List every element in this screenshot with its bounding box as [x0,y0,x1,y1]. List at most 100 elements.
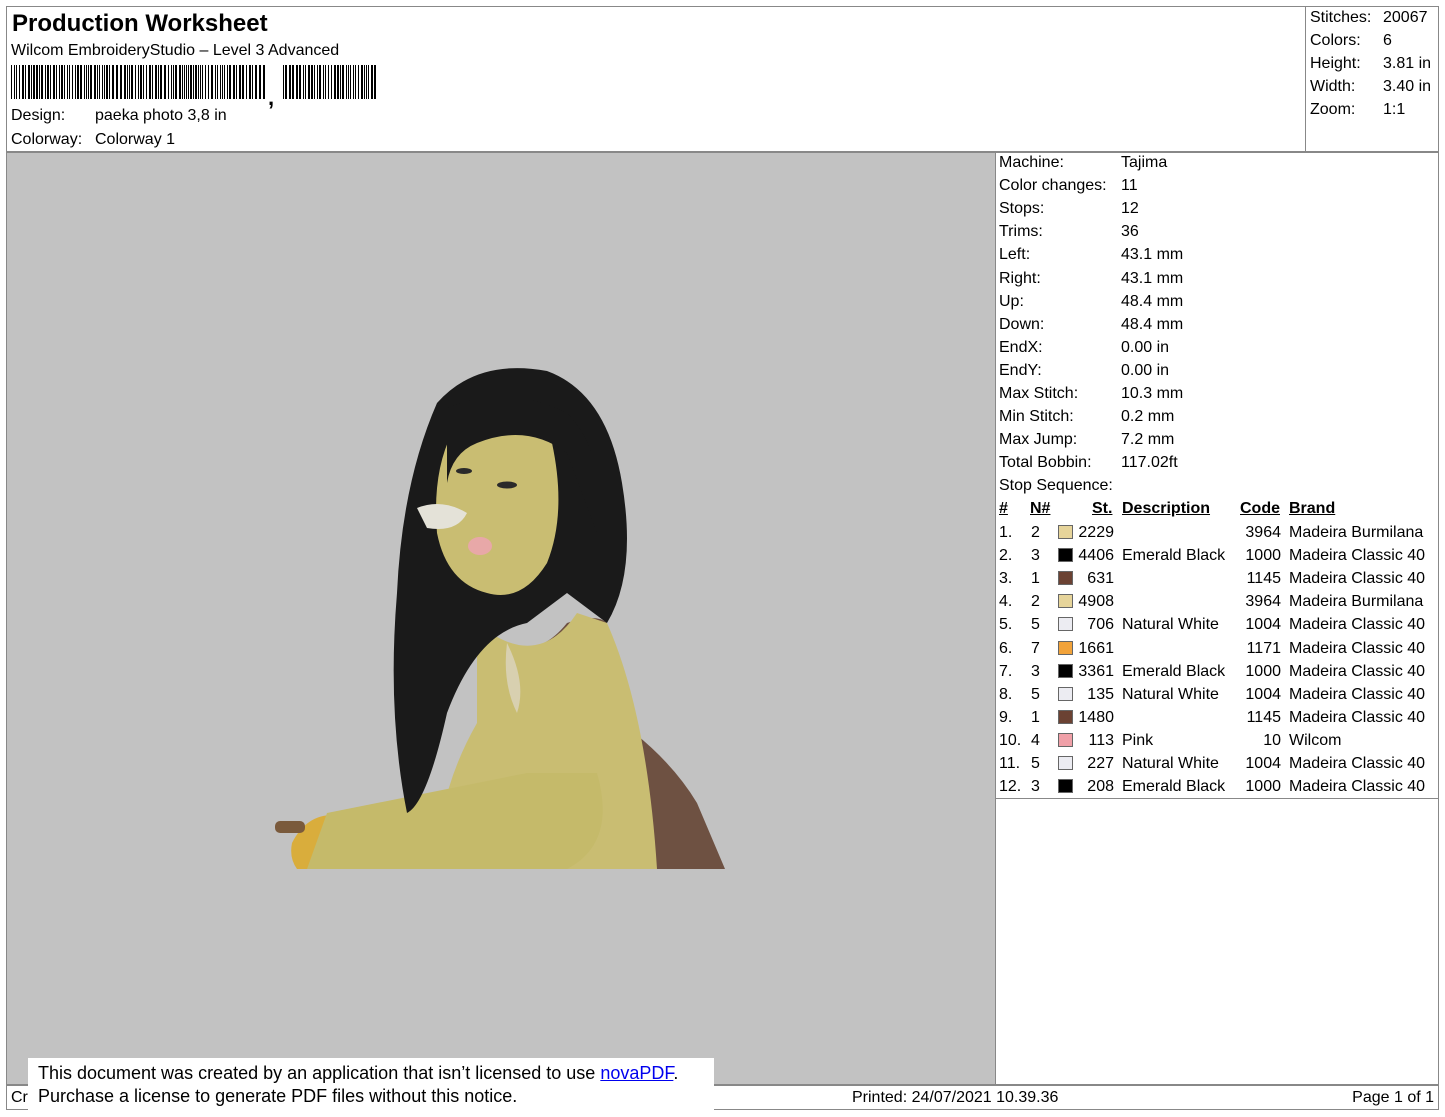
barcode-bar [152,65,153,99]
design-barcode: , [11,65,376,109]
barcode-bar [116,65,118,99]
barcode-bar [175,65,177,99]
barcode-bar [31,65,32,99]
barcode-bar [179,65,181,99]
barcode-bar [75,65,76,99]
barcode-bar [325,65,326,99]
printed-timestamp: Printed: 24/07/2021 10.39.36 [852,1089,1059,1106]
zoom-row: Zoom: 1:1 [1310,101,1405,119]
spec-value: 43.1 mm [1121,246,1184,264]
barcode-bar [233,65,235,99]
barcode-bar [252,65,253,99]
barcode-bar [259,65,261,99]
barcode-bar [33,65,35,99]
stop-num: 12. [999,778,1022,796]
stop-brand: Madeira Classic 40 [1289,662,1426,680]
specs-panel: Machine: Tajima Color changes: 11 Stops: 12 Tr… [996,152,1439,1085]
barcode-separator: , [268,85,274,109]
barcode-bar [50,65,51,99]
col-header-brand: Brand [1289,500,1336,517]
barcode-bar [263,65,265,99]
col-header-stitches: St. [1092,500,1113,517]
barcode-bar [227,65,228,99]
barcode-bar [368,65,369,99]
barcode-bar [217,65,218,99]
barcode-bar [348,65,349,99]
barcode-bar [164,65,166,99]
barcode-bar [331,65,332,99]
barcode-bar [120,65,122,99]
barcode-bar [61,65,63,99]
barcode-bar [340,65,341,99]
barcode-bar [236,65,237,99]
stop-stitches: 4406 [1078,547,1114,565]
barcode-bar [41,65,43,99]
design-value: paeka photo 3,8 in [95,107,227,124]
stop-stitches: 2229 [1078,524,1114,541]
barcode-bar [224,65,225,99]
barcode-bar [211,65,213,99]
stop-row: 2. 3 4406 Emerald Black 1000 Madeira Classic … [996,545,1439,568]
design-row: Design: paeka photo 3,8 in [11,107,227,125]
stop-row: 3. 1 631 1145 Madeira Classic 40 [996,568,1439,591]
col-header-code: Code [1240,500,1280,517]
stop-num: 7. [999,662,1013,680]
stop-stitches: 4908 [1078,593,1114,611]
spec-value: 12 [1121,200,1139,218]
stop-num: 3. [999,570,1013,588]
color-swatch [1058,594,1073,609]
stop-description: Emerald Black [1122,547,1226,565]
barcode-bar [334,65,336,99]
width-row: Width: 3.40 in [1310,78,1431,96]
barcode-bar [255,65,257,99]
novapdf-link[interactable]: novaPDF [600,1063,673,1083]
notice-line-1: This document was created by an applicat… [38,1062,714,1085]
spec-value: 117.02ft [1121,454,1178,472]
barcode-bar [342,65,344,99]
spec-label: Up: [999,292,1024,310]
barcode-bar [184,65,185,99]
summary-box: Stitches: 20067 Colors: 6 Height: 3.81 i… [1305,7,1438,152]
color-swatch [1058,686,1073,701]
color-swatch [1058,640,1073,655]
stop-code: 3964 [1245,593,1281,611]
worksheet-header: Production Worksheet Wilcom EmbroiderySt… [6,6,1439,152]
barcode-bar [143,65,144,99]
barcode-bar [69,65,70,99]
barcode-bar [314,65,315,99]
stop-code: 1145 [1246,708,1281,726]
barcode-bar [22,65,24,99]
colorway-label: Colorway: [11,131,83,148]
stop-row: 9. 1 1480 1145 Madeira Classic 40 [996,707,1439,730]
barcode-bar [182,65,183,99]
barcode-bar [168,65,169,99]
stop-code: 1004 [1245,755,1281,772]
stop-brand: Madeira Classic 40 [1289,778,1426,796]
barcode-bar [188,65,189,99]
barcode-bar [200,65,201,99]
color-swatch [1058,663,1073,678]
colorway-value: Colorway 1 [95,131,176,148]
height-label: Height: [1310,55,1361,72]
barcode-bar [296,65,298,99]
spec-row: Color changes: 11 [999,177,1138,195]
barcode-bar [246,65,247,99]
stop-row: 11. 5 227 Natural White 1004 Madeira Classic … [996,753,1439,776]
stop-needle: 1 [1031,570,1040,588]
barcode-bar [39,65,40,99]
stop-needle: 2 [1031,593,1040,611]
barcode-bar [195,65,197,99]
stop-brand: Madeira Classic 40 [1289,685,1426,703]
spec-value: 10.3 mm [1121,385,1184,402]
barcode-bar [80,65,82,99]
stitches-value: 20067 [1383,9,1428,26]
stop-description: Natural White [1122,755,1219,772]
barcode-bar [208,65,209,99]
barcode-bar [53,65,55,99]
color-swatch [1058,617,1073,632]
barcode-bar [337,65,339,99]
stop-num: 2. [999,547,1013,565]
stop-row: 7. 3 3361 Emerald Black 1000 Madeira Classic … [996,661,1439,684]
stop-brand: Madeira Classic 40 [1289,755,1426,772]
barcode-bar [149,65,151,99]
